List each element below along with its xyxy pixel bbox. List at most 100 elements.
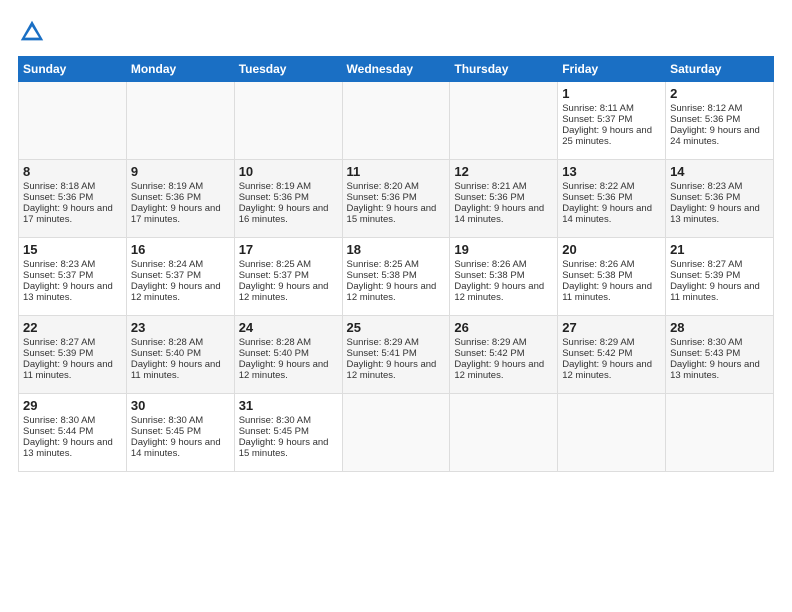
day-number: 27 bbox=[562, 320, 661, 335]
day-cell: 14Sunrise: 8:23 AMSunset: 5:36 PMDayligh… bbox=[666, 160, 774, 238]
day-cell: 24Sunrise: 8:28 AMSunset: 5:40 PMDayligh… bbox=[234, 316, 342, 394]
calendar-week: 1Sunrise: 8:11 AMSunset: 5:37 PMDaylight… bbox=[19, 82, 774, 160]
sunset-text: Sunset: 5:42 PM bbox=[454, 348, 524, 359]
sunset-text: Sunset: 5:41 PM bbox=[347, 348, 417, 359]
day-number: 24 bbox=[239, 320, 338, 335]
day-cell: 9Sunrise: 8:19 AMSunset: 5:36 PMDaylight… bbox=[126, 160, 234, 238]
empty-day-cell bbox=[126, 82, 234, 160]
day-cell: 18Sunrise: 8:25 AMSunset: 5:38 PMDayligh… bbox=[342, 238, 450, 316]
sunrise-text: Sunrise: 8:19 AM bbox=[131, 181, 203, 192]
sunset-text: Sunset: 5:36 PM bbox=[131, 192, 201, 203]
sunset-text: Sunset: 5:36 PM bbox=[670, 192, 740, 203]
sunset-text: Sunset: 5:39 PM bbox=[23, 348, 93, 359]
daylight-text: Daylight: 9 hours and 12 minutes. bbox=[131, 281, 221, 303]
day-number: 17 bbox=[239, 242, 338, 257]
day-number: 28 bbox=[670, 320, 769, 335]
day-number: 21 bbox=[670, 242, 769, 257]
day-number: 12 bbox=[454, 164, 553, 179]
empty-day-cell bbox=[234, 82, 342, 160]
day-cell: 23Sunrise: 8:28 AMSunset: 5:40 PMDayligh… bbox=[126, 316, 234, 394]
empty-day-cell bbox=[342, 82, 450, 160]
sunset-text: Sunset: 5:45 PM bbox=[131, 426, 201, 437]
sunrise-text: Sunrise: 8:22 AM bbox=[562, 181, 634, 192]
sunset-text: Sunset: 5:38 PM bbox=[562, 270, 632, 281]
sunset-text: Sunset: 5:43 PM bbox=[670, 348, 740, 359]
sunrise-text: Sunrise: 8:27 AM bbox=[23, 337, 95, 348]
day-cell: 29Sunrise: 8:30 AMSunset: 5:44 PMDayligh… bbox=[19, 394, 127, 472]
weekday-header: Friday bbox=[558, 57, 666, 82]
daylight-text: Daylight: 9 hours and 12 minutes. bbox=[239, 281, 329, 303]
weekday-header: Wednesday bbox=[342, 57, 450, 82]
sunrise-text: Sunrise: 8:11 AM bbox=[562, 103, 634, 114]
daylight-text: Daylight: 9 hours and 17 minutes. bbox=[131, 203, 221, 225]
day-cell: 1Sunrise: 8:11 AMSunset: 5:37 PMDaylight… bbox=[558, 82, 666, 160]
day-number: 30 bbox=[131, 398, 230, 413]
calendar-week: 29Sunrise: 8:30 AMSunset: 5:44 PMDayligh… bbox=[19, 394, 774, 472]
day-number: 29 bbox=[23, 398, 122, 413]
day-number: 23 bbox=[131, 320, 230, 335]
sunset-text: Sunset: 5:36 PM bbox=[239, 192, 309, 203]
empty-day-cell bbox=[342, 394, 450, 472]
daylight-text: Daylight: 9 hours and 11 minutes. bbox=[670, 281, 760, 303]
sunrise-text: Sunrise: 8:30 AM bbox=[131, 415, 203, 426]
sunset-text: Sunset: 5:38 PM bbox=[454, 270, 524, 281]
day-cell: 17Sunrise: 8:25 AMSunset: 5:37 PMDayligh… bbox=[234, 238, 342, 316]
day-number: 1 bbox=[562, 86, 661, 101]
day-number: 22 bbox=[23, 320, 122, 335]
sunset-text: Sunset: 5:36 PM bbox=[670, 114, 740, 125]
day-cell: 12Sunrise: 8:21 AMSunset: 5:36 PMDayligh… bbox=[450, 160, 558, 238]
sunset-text: Sunset: 5:36 PM bbox=[23, 192, 93, 203]
sunset-text: Sunset: 5:42 PM bbox=[562, 348, 632, 359]
calendar-header: SundayMondayTuesdayWednesdayThursdayFrid… bbox=[19, 57, 774, 82]
day-number: 25 bbox=[347, 320, 446, 335]
daylight-text: Daylight: 9 hours and 14 minutes. bbox=[562, 203, 652, 225]
day-cell: 13Sunrise: 8:22 AMSunset: 5:36 PMDayligh… bbox=[558, 160, 666, 238]
sunrise-text: Sunrise: 8:21 AM bbox=[454, 181, 526, 192]
daylight-text: Daylight: 9 hours and 15 minutes. bbox=[239, 437, 329, 459]
day-cell: 16Sunrise: 8:24 AMSunset: 5:37 PMDayligh… bbox=[126, 238, 234, 316]
sunset-text: Sunset: 5:44 PM bbox=[23, 426, 93, 437]
daylight-text: Daylight: 9 hours and 12 minutes. bbox=[347, 281, 437, 303]
day-number: 31 bbox=[239, 398, 338, 413]
weekday-header: Saturday bbox=[666, 57, 774, 82]
empty-day-cell bbox=[450, 82, 558, 160]
empty-day-cell bbox=[558, 394, 666, 472]
daylight-text: Daylight: 9 hours and 25 minutes. bbox=[562, 125, 652, 147]
daylight-text: Daylight: 9 hours and 13 minutes. bbox=[670, 359, 760, 381]
sunrise-text: Sunrise: 8:28 AM bbox=[131, 337, 203, 348]
weekday-header: Tuesday bbox=[234, 57, 342, 82]
sunset-text: Sunset: 5:36 PM bbox=[454, 192, 524, 203]
daylight-text: Daylight: 9 hours and 12 minutes. bbox=[239, 359, 329, 381]
day-cell: 11Sunrise: 8:20 AMSunset: 5:36 PMDayligh… bbox=[342, 160, 450, 238]
day-cell: 15Sunrise: 8:23 AMSunset: 5:37 PMDayligh… bbox=[19, 238, 127, 316]
calendar-week: 22 Sunrise: 8:27 AMSunset: 5:39 PM Dayligh… bbox=[19, 316, 774, 394]
day-cell: 28Sunrise: 8:30 AMSunset: 5:43 PMDayligh… bbox=[666, 316, 774, 394]
day-cell: 30Sunrise: 8:30 AMSunset: 5:45 PMDayligh… bbox=[126, 394, 234, 472]
calendar-body: 1Sunrise: 8:11 AMSunset: 5:37 PMDaylight… bbox=[19, 82, 774, 472]
daylight-text: Daylight: 9 hours and 13 minutes. bbox=[23, 281, 113, 303]
weekday-header: Sunday bbox=[19, 57, 127, 82]
sunrise-text: Sunrise: 8:26 AM bbox=[562, 259, 634, 270]
daylight-text: Daylight: 9 hours and 11 minutes. bbox=[562, 281, 652, 303]
sunrise-text: Sunrise: 8:12 AM bbox=[670, 103, 742, 114]
day-number: 8 bbox=[23, 164, 122, 179]
daylight-text: Daylight: 9 hours and 12 minutes. bbox=[347, 359, 437, 381]
sunset-text: Sunset: 5:37 PM bbox=[239, 270, 309, 281]
empty-day-cell bbox=[666, 394, 774, 472]
day-number: 14 bbox=[670, 164, 769, 179]
sunrise-text: Sunrise: 8:23 AM bbox=[23, 259, 95, 270]
day-cell: 27Sunrise: 8:29 AMSunset: 5:42 PMDayligh… bbox=[558, 316, 666, 394]
logo-icon bbox=[18, 18, 46, 46]
sunrise-text: Sunrise: 8:25 AM bbox=[347, 259, 419, 270]
sunset-text: Sunset: 5:39 PM bbox=[670, 270, 740, 281]
day-number: 18 bbox=[347, 242, 446, 257]
day-number: 16 bbox=[131, 242, 230, 257]
sunset-text: Sunset: 5:45 PM bbox=[239, 426, 309, 437]
day-number: 2 bbox=[670, 86, 769, 101]
day-cell: 19Sunrise: 8:26 AMSunset: 5:38 PMDayligh… bbox=[450, 238, 558, 316]
calendar-week: 8Sunrise: 8:18 AMSunset: 5:36 PMDaylight… bbox=[19, 160, 774, 238]
page-container: SundayMondayTuesdayWednesdayThursdayFrid… bbox=[0, 0, 792, 482]
daylight-text: Daylight: 9 hours and 13 minutes. bbox=[23, 437, 113, 459]
daylight-text: Daylight: 9 hours and 12 minutes. bbox=[562, 359, 652, 381]
day-number: 26 bbox=[454, 320, 553, 335]
